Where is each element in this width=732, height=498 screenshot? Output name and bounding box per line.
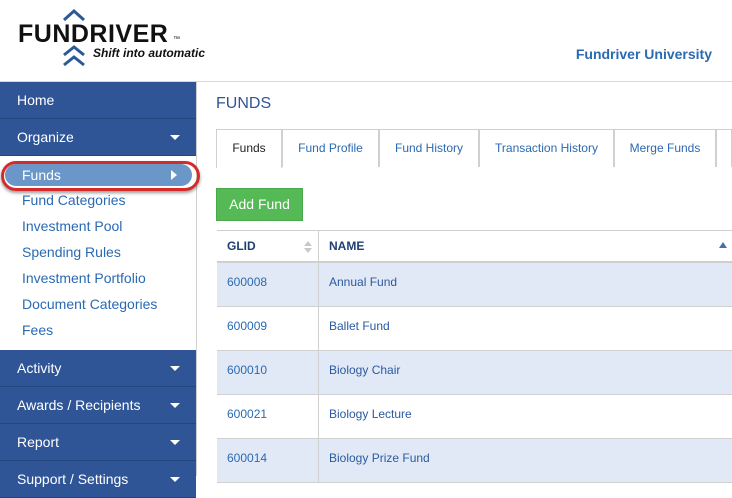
nav-support-label: Support / Settings — [17, 471, 129, 487]
table-row[interactable]: 600021 Biology Lecture — [217, 395, 732, 439]
nav-report[interactable]: Report — [0, 424, 196, 461]
fundriver-logo[interactable]: FUNDRIVER ™ Shift into automatic — [18, 8, 218, 70]
highlight-annotation — [1, 161, 200, 191]
organization-name: Fundriver University — [575, 46, 712, 62]
table-row[interactable]: 600008 Annual Fund — [217, 263, 732, 307]
table-row[interactable]: 600010 Biology Chair — [217, 351, 732, 395]
column-header-glid-label: GLID — [227, 239, 256, 253]
caret-down-icon — [170, 403, 180, 408]
double-chevron-icon — [63, 45, 85, 67]
nav-investment-pool[interactable]: Investment Pool — [0, 216, 196, 242]
tab-bar: Funds Fund Profile Fund History Transact… — [216, 129, 732, 168]
sort-both-icon — [304, 241, 312, 253]
nav-investment-portfolio[interactable]: Investment Portfolio — [0, 268, 196, 294]
organize-submenu: Fund Categories Investment Pool Spending… — [0, 190, 196, 346]
nav-report-label: Report — [17, 434, 60, 450]
column-header-name[interactable]: NAME — [319, 231, 732, 262]
nav-fees[interactable]: Fees — [0, 320, 196, 346]
cell-glid[interactable]: 600009 — [217, 307, 319, 350]
table-header: GLID NAME — [217, 230, 732, 263]
cell-glid[interactable]: 600008 — [217, 263, 319, 306]
page-title: FUNDS — [216, 95, 272, 112]
cell-glid[interactable]: 600021 — [217, 395, 319, 438]
tab-overflow[interactable] — [716, 129, 732, 167]
nav-awards-recipients[interactable]: Awards / Recipients — [0, 387, 196, 424]
nav-activity-label: Activity — [17, 360, 62, 376]
caret-down-icon — [170, 440, 180, 445]
app-header: FUNDRIVER ™ Shift into automatic Fundriv… — [0, 0, 732, 82]
tab-funds[interactable]: Funds — [216, 129, 282, 168]
cell-name[interactable]: Ballet Fund — [319, 307, 732, 350]
sort-ascending-icon — [719, 242, 727, 248]
column-header-glid[interactable]: GLID — [217, 231, 319, 262]
caret-down-icon — [170, 366, 180, 371]
nav-fund-categories[interactable]: Fund Categories — [0, 190, 196, 216]
logo-trademark: ™ — [173, 36, 180, 43]
tab-merge-funds[interactable]: Merge Funds — [614, 129, 716, 167]
caret-down-icon — [170, 477, 180, 482]
cell-name[interactable]: Biology Chair — [319, 351, 732, 394]
funds-table: GLID NAME 600008 Annual Fund 600009 Ball… — [217, 230, 732, 483]
logo-wordmark: FUNDRIVER — [18, 20, 169, 48]
cell-glid[interactable]: 600010 — [217, 351, 319, 394]
table-row[interactable]: 600014 Biology Prize Fund — [217, 439, 732, 483]
nav-spending-rules[interactable]: Spending Rules — [0, 242, 196, 268]
sidebar: Home Organize Funds Fund Categories Inve… — [0, 82, 200, 498]
table-row[interactable]: 600009 Ballet Fund — [217, 307, 732, 351]
column-header-name-label: NAME — [329, 239, 365, 253]
nav-organize[interactable]: Organize — [0, 119, 196, 156]
cell-name[interactable]: Annual Fund — [319, 263, 732, 306]
logo-tagline: Shift into automatic — [93, 46, 205, 60]
nav-support-settings[interactable]: Support / Settings — [0, 461, 196, 498]
nav-organize-label: Organize — [17, 129, 74, 145]
tab-transaction-history[interactable]: Transaction History — [479, 129, 614, 167]
nav-home-label: Home — [17, 92, 55, 108]
cell-name[interactable]: Biology Lecture — [319, 395, 732, 438]
caret-down-icon — [170, 135, 180, 140]
tab-fund-profile[interactable]: Fund Profile — [282, 129, 379, 167]
tab-fund-history[interactable]: Fund History — [379, 129, 479, 167]
nav-home[interactable]: Home — [0, 82, 196, 119]
add-fund-button[interactable]: Add Fund — [216, 188, 303, 221]
nav-awards-label: Awards / Recipients — [17, 397, 141, 413]
nav-activity[interactable]: Activity — [0, 350, 196, 387]
nav-document-categories[interactable]: Document Categories — [0, 294, 196, 320]
